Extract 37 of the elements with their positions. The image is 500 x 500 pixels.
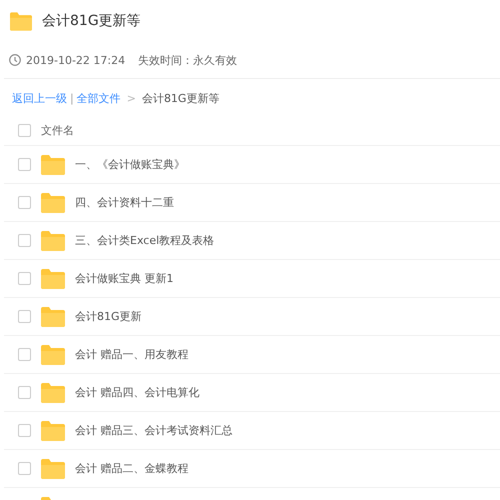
checkbox[interactable] [18,310,31,323]
folder-icon [41,344,65,364]
folder-title: 会计81G更新等 [42,12,141,30]
file-name[interactable]: 会计 赠品二、金蝶教程 [75,461,188,476]
folder-icon [41,420,65,440]
checkbox[interactable] [18,158,31,171]
column-header: 文件名 [41,122,74,138]
file-name[interactable]: 一、《会计做账宝典》 [75,157,185,172]
breadcrumb-arrow: > [126,92,136,104]
file-name[interactable]: 会计 赠品四、会计电算化 [75,385,200,400]
file-name[interactable]: 三、会计类Excel教程及表格 [75,233,214,248]
checkbox[interactable] [18,348,31,361]
clock-icon [9,54,21,66]
folder-icon [41,230,65,250]
separator: | [70,92,74,104]
checkbox[interactable] [18,196,31,209]
file-name[interactable]: 四、会计资料十二重 [75,195,174,210]
folder-icon [41,458,65,478]
file-name[interactable]: 会计 赠品三、会计考试资料汇总 [75,423,232,438]
file-name[interactable]: 会计做账宝典 更新1 [75,271,174,286]
file-name[interactable]: 会计81G更新 [75,309,142,324]
folder-icon [10,12,32,30]
checkbox[interactable] [18,462,31,475]
share-date: 2019-10-22 17:24 [26,54,126,66]
checkbox[interactable] [18,234,31,247]
checkbox[interactable] [18,424,31,437]
checkbox[interactable] [18,386,31,399]
folder-icon [41,306,65,326]
folder-icon [41,192,65,212]
folder-icon [41,154,65,174]
expiry-text: 失效时间：永久有效 [138,52,238,68]
folder-icon [41,382,65,402]
folder-icon [41,268,65,288]
checkbox[interactable] [18,124,31,136]
file-name[interactable]: 会计 赠品一、用友教程 [75,347,188,362]
checkbox[interactable] [18,272,31,285]
current-folder: 会计81G更新等 [142,90,220,106]
